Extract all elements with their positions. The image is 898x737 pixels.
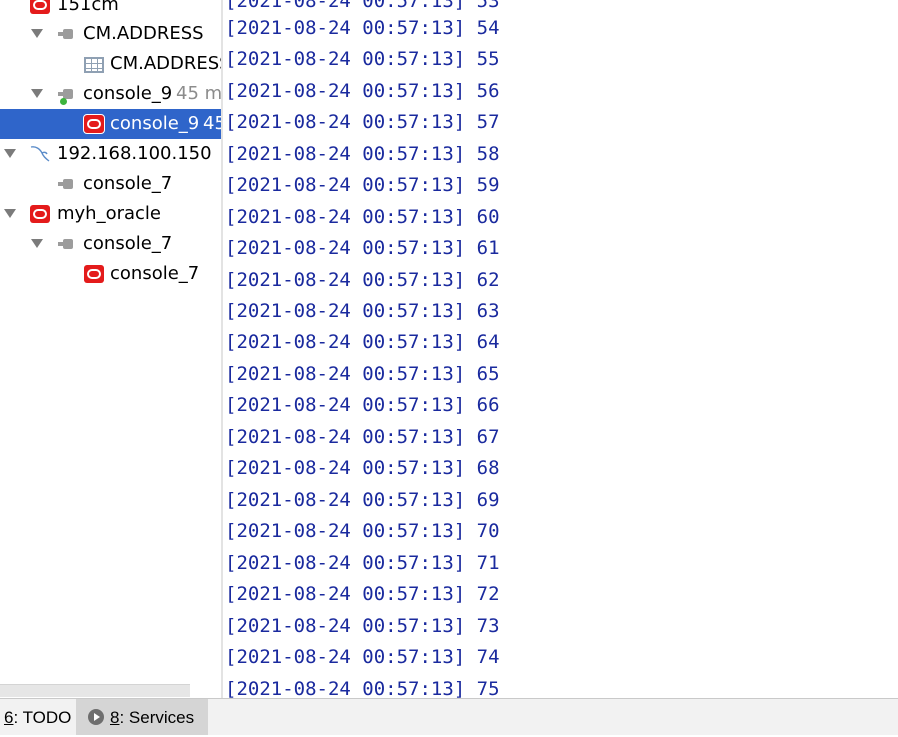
tree-node-console-7-group[interactable]: console_7 [0, 229, 221, 259]
oracle-console-icon [84, 265, 104, 283]
execution-time-hint: 45 [203, 113, 221, 134]
console-line: [2021-08-24 00:57:13] 69 [225, 489, 500, 511]
tree-node-myh-oracle[interactable]: myh_oracle [0, 199, 221, 229]
tool-window-bar: 6: TODO 8: Services [0, 698, 898, 735]
console-line: [2021-08-24 00:57:13] 70 [225, 520, 500, 542]
chevron-down-icon[interactable] [31, 239, 43, 248]
oracle-db-icon [30, 205, 50, 223]
tree-node-console-7-mysql[interactable]: console_7 [0, 169, 221, 199]
tree-node-label: 192.168.100.150 [57, 143, 212, 164]
oracle-console-icon [83, 114, 105, 134]
tree-node-label: myh_oracle [57, 203, 162, 224]
tree-node-label: CM.ADDRESS [110, 53, 221, 74]
tree-node-label: console_7 [83, 173, 173, 194]
console-line: [2021-08-24 00:57:13] 60 [225, 206, 500, 228]
console-line: [2021-08-24 00:57:13] 64 [225, 331, 500, 353]
execution-time-hint: 45 ms [176, 83, 221, 104]
console-connection-icon [57, 235, 77, 253]
tree-node-console-7-oracle[interactable]: console_7 [0, 259, 221, 289]
console-line: [2021-08-24 00:57:13] 62 [225, 269, 500, 291]
tree-horizontal-scrollbar[interactable] [0, 684, 190, 697]
console-connection-icon [57, 25, 77, 43]
console-line: [2021-08-24 00:57:13] 55 [225, 48, 500, 70]
tree-node-label: console_9 [83, 83, 173, 104]
console-line: [2021-08-24 00:57:13] 67 [225, 426, 500, 448]
todo-tab-label: : TODO [13, 708, 72, 727]
oracle-db-icon [30, 0, 50, 14]
tree-node-label: console_7 [83, 233, 173, 254]
console-line: [2021-08-24 00:57:13] 73 [225, 615, 500, 637]
tree-node-cm-address-group[interactable]: CM.ADDRESS [0, 19, 221, 49]
tree-node-cm-address-table[interactable]: CM.ADDRESS [0, 49, 221, 79]
console-line: [2021-08-24 00:57:13] 66 [225, 394, 500, 416]
console-line: [2021-08-24 00:57:13] 58 [225, 143, 500, 165]
tree-node-label: 151cm [57, 0, 119, 15]
services-icon [88, 709, 104, 725]
tree-node-label: CM.ADDRESS [83, 23, 204, 44]
console-line: [2021-08-24 00:57:13] 56 [225, 80, 500, 102]
tree-node-label: console_7 [110, 263, 200, 284]
console-line: [2021-08-24 00:57:13] 65 [225, 363, 500, 385]
console-line: [2021-08-24 00:57:13] 53 [225, 0, 500, 12]
tree-node-console-9-selected[interactable]: console_9 45 [0, 109, 221, 139]
console-output[interactable]: [2021-08-24 00:57:13] 53 [2021-08-24 00:… [223, 0, 898, 698]
tree-node-label: console_9 [110, 113, 200, 134]
tree-node-console-9-group[interactable]: console_9 45 ms [0, 79, 221, 109]
mysql-dolphin-icon [30, 146, 50, 162]
console-line: [2021-08-24 00:57:13] 61 [225, 237, 500, 259]
console-line: [2021-08-24 00:57:13] 57 [225, 111, 500, 133]
services-tab-label: : Services [119, 708, 195, 727]
chevron-down-icon[interactable] [4, 149, 16, 158]
tree-node-151cm[interactable]: 151cm [0, 0, 221, 20]
console-line: [2021-08-24 00:57:13] 75 [225, 678, 500, 698]
console-line: [2021-08-24 00:57:13] 71 [225, 552, 500, 574]
console-line: [2021-08-24 00:57:13] 72 [225, 583, 500, 605]
console-connection-icon [57, 175, 77, 193]
console-line: [2021-08-24 00:57:13] 59 [225, 174, 500, 196]
console-line: [2021-08-24 00:57:13] 54 [225, 17, 500, 39]
console-line: [2021-08-24 00:57:13] 63 [225, 300, 500, 322]
active-console-icon [57, 85, 77, 105]
chevron-down-icon[interactable] [31, 29, 43, 38]
console-line: [2021-08-24 00:57:13] 74 [225, 646, 500, 668]
chevron-down-icon[interactable] [31, 89, 43, 98]
console-line: [2021-08-24 00:57:13] 68 [225, 457, 500, 479]
tree-node-mysql-host[interactable]: 192.168.100.150 [0, 139, 221, 169]
todo-tab[interactable]: 6: TODO [0, 699, 83, 735]
chevron-down-icon[interactable] [4, 209, 16, 218]
database-tree-panel: 151cm CM.ADDRESS CM.ADDRESS console_9 45… [0, 0, 221, 698]
table-icon [84, 57, 104, 73]
services-tab[interactable]: 8: Services [76, 699, 208, 735]
